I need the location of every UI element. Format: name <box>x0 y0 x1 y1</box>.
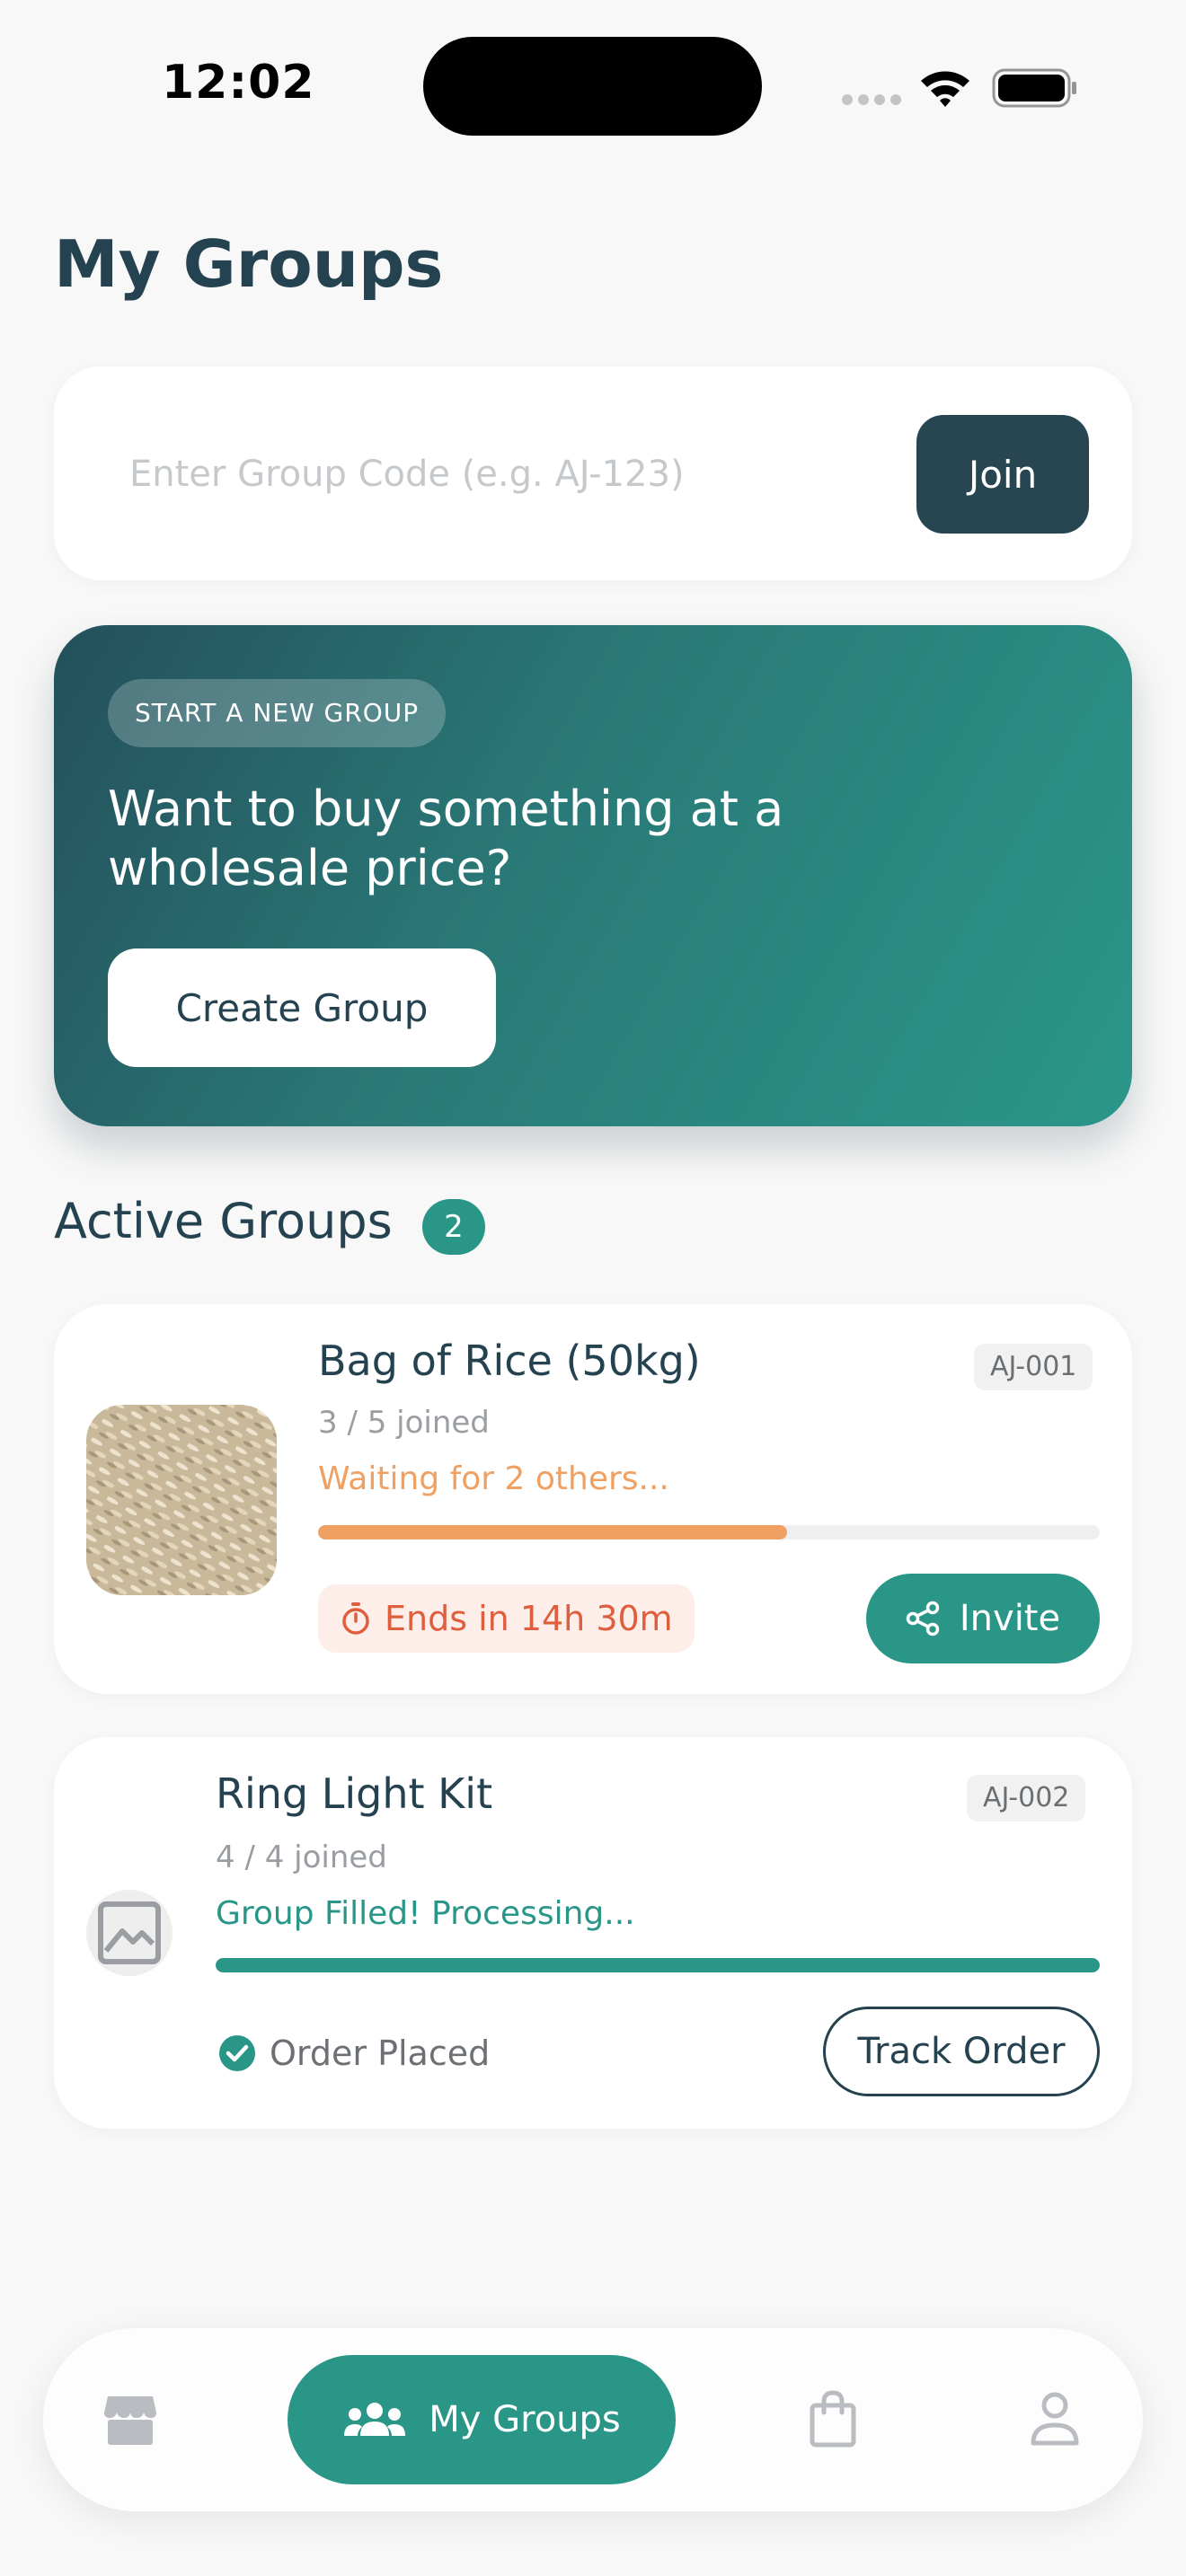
stopwatch-icon <box>342 1602 369 1635</box>
group-card[interactable]: Bag of Rice (50kg) AJ-001 3 / 5 joined W… <box>54 1304 1132 1694</box>
order-status-label: Order Placed <box>270 2033 491 2073</box>
group-status: Waiting for 2 others... <box>318 1460 669 1497</box>
nav-item-label: My Groups <box>429 2399 621 2440</box>
profile-icon[interactable] <box>1030 2391 1080 2447</box>
bottom-nav: My Groups <box>43 2328 1143 2511</box>
banner-heading: Want to buy something at a wholesale pri… <box>108 781 784 896</box>
share-icon <box>906 1601 940 1636</box>
joined-count: 3 / 5 joined <box>318 1405 490 1441</box>
check-circle-icon <box>219 2035 255 2071</box>
create-group-banner: START A NEW GROUP Want to buy something … <box>54 625 1132 1126</box>
invite-label: Invite <box>959 1598 1061 1639</box>
status-time: 12:02 <box>162 56 315 110</box>
group-code-tag: AJ-002 <box>967 1775 1086 1822</box>
shopping-bag-icon[interactable] <box>809 2389 857 2448</box>
progress-fill <box>318 1525 787 1539</box>
group-icon <box>344 2403 406 2436</box>
new-group-badge: START A NEW GROUP <box>108 679 447 747</box>
timer-text: Ends in 14h 30m <box>385 1599 673 1638</box>
dynamic-island <box>423 37 762 136</box>
cellular-signal-icon <box>842 94 901 105</box>
timer-pill: Ends in 14h 30m <box>318 1584 695 1653</box>
active-groups-count-badge: 2 <box>422 1199 485 1255</box>
group-status: Group Filled! Processing... <box>216 1895 635 1932</box>
product-image-rice <box>86 1405 277 1595</box>
create-group-button[interactable]: Create Group <box>108 948 496 1067</box>
store-icon[interactable] <box>102 2393 158 2447</box>
order-status: Order Placed <box>217 2033 490 2073</box>
active-groups-title: Active Groups <box>54 1193 393 1249</box>
progress-bar <box>318 1525 1100 1539</box>
image-placeholder-icon <box>86 1890 173 1976</box>
wifi-icon <box>921 71 969 107</box>
join-group-card: Join <box>54 366 1132 580</box>
page-title: My Groups <box>54 226 444 302</box>
battery-icon <box>992 68 1076 108</box>
group-code-tag: AJ-001 <box>974 1344 1093 1390</box>
progress-fill <box>216 1958 1100 1972</box>
progress-bar <box>216 1958 1100 1972</box>
track-order-button[interactable]: Track Order <box>823 2007 1100 2096</box>
joined-count: 4 / 4 joined <box>216 1839 387 1875</box>
nav-item-my-groups[interactable]: My Groups <box>288 2355 676 2484</box>
group-title: Ring Light Kit <box>216 1769 493 1818</box>
group-code-input[interactable] <box>129 438 848 510</box>
join-button[interactable]: Join <box>916 415 1089 534</box>
group-title: Bag of Rice (50kg) <box>318 1337 701 1385</box>
group-card[interactable]: Ring Light Kit AJ-002 4 / 4 joined Group… <box>54 1737 1132 2129</box>
invite-button[interactable]: Invite <box>866 1574 1100 1663</box>
